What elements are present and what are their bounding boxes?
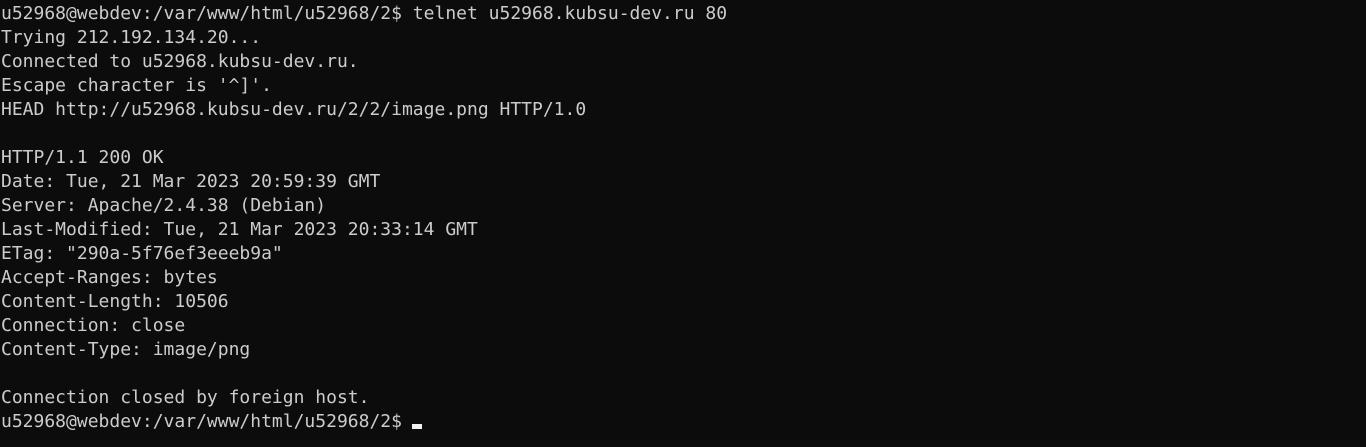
header-line: Accept-Ranges: bytes	[1, 267, 218, 288]
prompt-line[interactable]: u52968@webdev:/var/www/html/u52968/2$	[1, 410, 1366, 434]
output-line: Connected to u52968.kubsu-dev.ru.	[1, 51, 359, 72]
header-line: Content-Type: image/png	[1, 339, 251, 360]
header-line: ETag: "290a-5f76ef3eeeb9a"	[1, 243, 283, 264]
output-line: Connection closed by foreign host.	[1, 387, 370, 408]
header-line: Server: Apache/2.4.38 (Debian)	[1, 195, 327, 216]
output-line: Trying 212.192.134.20...	[1, 27, 262, 48]
text-cursor	[411, 424, 422, 429]
header-line: Last-Modified: Tue, 21 Mar 2023 20:33:14…	[1, 219, 478, 240]
terminal-window[interactable]: u52968@webdev:/var/www/html/u52968/2$ te…	[0, 0, 1366, 447]
request-line: HEAD http://u52968.kubsu-dev.ru/2/2/imag…	[1, 99, 587, 120]
header-line: Content-Length: 10506	[1, 291, 229, 312]
header-line: Date: Tue, 21 Mar 2023 20:59:39 GMT	[1, 171, 381, 192]
shell-prompt: u52968@webdev:/var/www/html/u52968/2$	[1, 411, 402, 432]
output-line: Escape character is '^]'.	[1, 75, 272, 96]
command-line: u52968@webdev:/var/www/html/u52968/2$ te…	[1, 3, 728, 24]
header-line: Connection: close	[1, 315, 186, 336]
status-line: HTTP/1.1 200 OK	[1, 147, 164, 168]
